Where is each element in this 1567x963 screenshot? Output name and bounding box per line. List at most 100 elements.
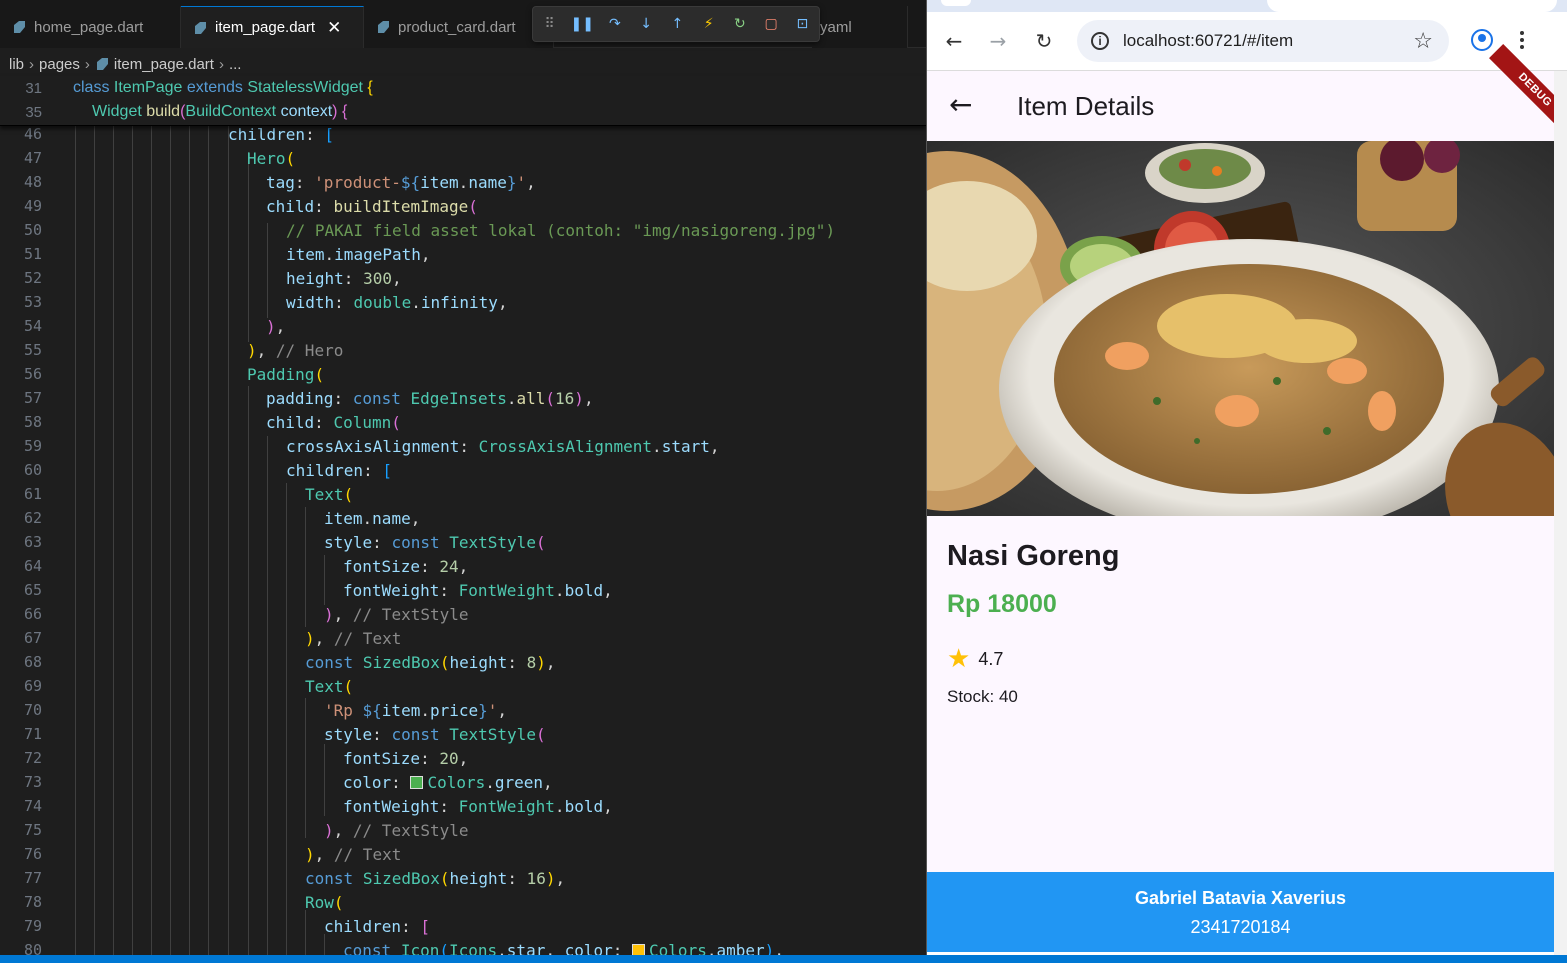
line-number: 51 (23, 245, 42, 263)
code-text: children: [ (228, 124, 334, 144)
info-icon[interactable]: i (1091, 32, 1109, 50)
tab-label: product_card.dart (398, 18, 516, 36)
pause-icon[interactable]: ❚❚ (571, 16, 594, 32)
tab-yaml[interactable]: yaml (812, 6, 908, 48)
code-line[interactable]: 78 Row( (0, 890, 926, 914)
code-line[interactable]: 68 const SizedBox(height: 8), (0, 650, 926, 674)
code-line[interactable]: 76), // Text (0, 842, 926, 866)
line-number: 75 (23, 821, 42, 839)
browser-tab[interactable] (941, 0, 971, 6)
code-line[interactable]: 73 color: Colors.green, (0, 770, 926, 794)
step-into-icon[interactable]: ↓ (640, 16, 653, 32)
line-number: 65 (23, 581, 42, 599)
code-line[interactable]: 51 item.imagePath, (0, 242, 926, 266)
window-edge (1554, 71, 1567, 955)
code-line[interactable]: 63 style: const TextStyle( (0, 530, 926, 554)
forward-icon[interactable]: → (985, 28, 1011, 54)
breadcrumb-item[interactable]: ... (229, 56, 242, 73)
breadcrumb-item[interactable]: lib (9, 56, 24, 73)
code-text: ), (266, 316, 286, 336)
code-line[interactable]: 52 height: 300, (0, 266, 926, 290)
browser-window: ← → ↻ i localhost:60721/#/item ☆ ← Item … (926, 0, 1567, 955)
step-over-icon[interactable]: ↷ (608, 16, 621, 32)
code-text: fontWeight: FontWeight.bold, (343, 796, 613, 816)
code-line[interactable]: 79 children: [ (0, 914, 926, 938)
code-text: color: Colors.green, (343, 772, 553, 792)
code-line[interactable]: 64 fontSize: 24, (0, 554, 926, 578)
code-line[interactable]: 74 fontWeight: FontWeight.bold, (0, 794, 926, 818)
code-line[interactable]: 77 const SizedBox(height: 16), (0, 866, 926, 890)
line-number: 57 (23, 389, 42, 407)
code-text: Widget build(BuildContext context) { (92, 103, 348, 120)
tab-item-page[interactable]: item_page.dart ✕ (181, 6, 364, 48)
code-line[interactable]: 54), (0, 314, 926, 338)
code-line[interactable]: 62 item.name, (0, 506, 926, 530)
line-number: 72 (23, 749, 42, 767)
line-number: 60 (23, 461, 42, 479)
inspect-widget-icon[interactable]: ⊡ (796, 16, 809, 32)
tab-home-page[interactable]: home_page.dart (0, 6, 181, 48)
breadcrumb-item[interactable]: pages (39, 56, 80, 73)
code-line[interactable]: 48 tag: 'product-${item.name}', (0, 170, 926, 194)
code-line[interactable]: 70 'Rp ${item.price}', (0, 698, 926, 722)
code-line[interactable]: 56 Padding( (0, 362, 926, 386)
browser-tab[interactable] (1267, 0, 1557, 12)
footer-name: Gabriel Batavia Xaverius (1134, 888, 1347, 908)
dart-file-icon (96, 58, 108, 70)
code-line[interactable]: 75 ), // TextStyle (0, 818, 926, 842)
code-line[interactable]: 71 style: const TextStyle( (0, 722, 926, 746)
code-line[interactable]: 53 width: double.infinity, (0, 290, 926, 314)
line-number: 74 (23, 797, 42, 815)
code-line[interactable]: 60 children: [ (0, 458, 926, 482)
status-bar (0, 955, 1567, 963)
address-bar[interactable]: i localhost:60721/#/item ☆ (1077, 20, 1449, 62)
arrow-back-icon[interactable]: ← (949, 91, 972, 119)
code-text: ), // Text (305, 628, 402, 648)
code-text: 'Rp ${item.price}', (324, 700, 508, 720)
tab-product-card[interactable]: product_card.dart (364, 6, 554, 48)
line-number: 54 (23, 317, 42, 335)
line-number: 62 (23, 509, 42, 527)
code-line[interactable]: 72 fontSize: 20, (0, 746, 926, 770)
drag-handle-icon[interactable]: ⠿ (543, 16, 556, 32)
line-number: 56 (23, 365, 42, 383)
code-text: Row( (305, 892, 344, 912)
code-line[interactable]: 35 Widget build(BuildContext context) { (0, 100, 926, 124)
code-text: height: 300, (286, 268, 402, 288)
url-text[interactable]: localhost:60721/#/item (1123, 31, 1293, 51)
restart-icon[interactable]: ↻ (733, 16, 746, 32)
code-line[interactable]: 55), // Hero (0, 338, 926, 362)
step-out-icon[interactable]: ↑ (671, 16, 684, 32)
line-number: 73 (23, 773, 42, 791)
line-number: 70 (23, 701, 42, 719)
stop-icon[interactable]: ▢ (765, 16, 778, 32)
code-line[interactable]: 57 padding: const EdgeInsets.all(16), (0, 386, 926, 410)
profile-icon[interactable] (1471, 29, 1493, 51)
color-swatch-green[interactable] (410, 775, 424, 789)
hot-reload-icon[interactable]: ⚡ (702, 16, 715, 32)
bookmark-star-icon[interactable]: ☆ (1413, 29, 1433, 54)
code-line[interactable]: 61 Text( (0, 482, 926, 506)
code-editor: home_page.dart item_page.dart ✕ product_… (0, 0, 926, 963)
more-menu-icon[interactable] (1519, 28, 1525, 52)
code-line[interactable]: 67), // Text (0, 626, 926, 650)
line-number: 48 (23, 173, 42, 191)
code-line[interactable]: 59 crossAxisAlignment: CrossAxisAlignment… (0, 434, 926, 458)
browser-toolbar: ← → ↻ i localhost:60721/#/item ☆ (927, 0, 1567, 71)
code-text: ), // TextStyle (324, 820, 469, 840)
breadcrumb-item[interactable]: item_page.dart (114, 56, 214, 73)
close-icon[interactable]: ✕ (327, 18, 341, 38)
code-line[interactable]: 50 // PAKAI field asset lokal (contoh: "i… (0, 218, 926, 242)
code-line[interactable]: 58 child: Column( (0, 410, 926, 434)
sticky-scroll-header: 31 class ItemPage extends StatelessWidge… (0, 76, 926, 126)
item-name: Nasi Goreng (947, 540, 1120, 572)
back-icon[interactable]: ← (941, 28, 967, 54)
code-line[interactable]: 49 child: buildItemImage( (0, 194, 926, 218)
code-line[interactable]: 65 fontWeight: FontWeight.bold, (0, 578, 926, 602)
code-line[interactable]: 69 Text( (0, 674, 926, 698)
code-line[interactable]: 66), // TextStyle (0, 602, 926, 626)
line-number: 76 (23, 845, 42, 863)
reload-icon[interactable]: ↻ (1031, 28, 1057, 54)
code-line[interactable]: 47 Hero( (0, 146, 926, 170)
code-line[interactable]: 31 class ItemPage extends StatelessWidge… (0, 76, 926, 100)
